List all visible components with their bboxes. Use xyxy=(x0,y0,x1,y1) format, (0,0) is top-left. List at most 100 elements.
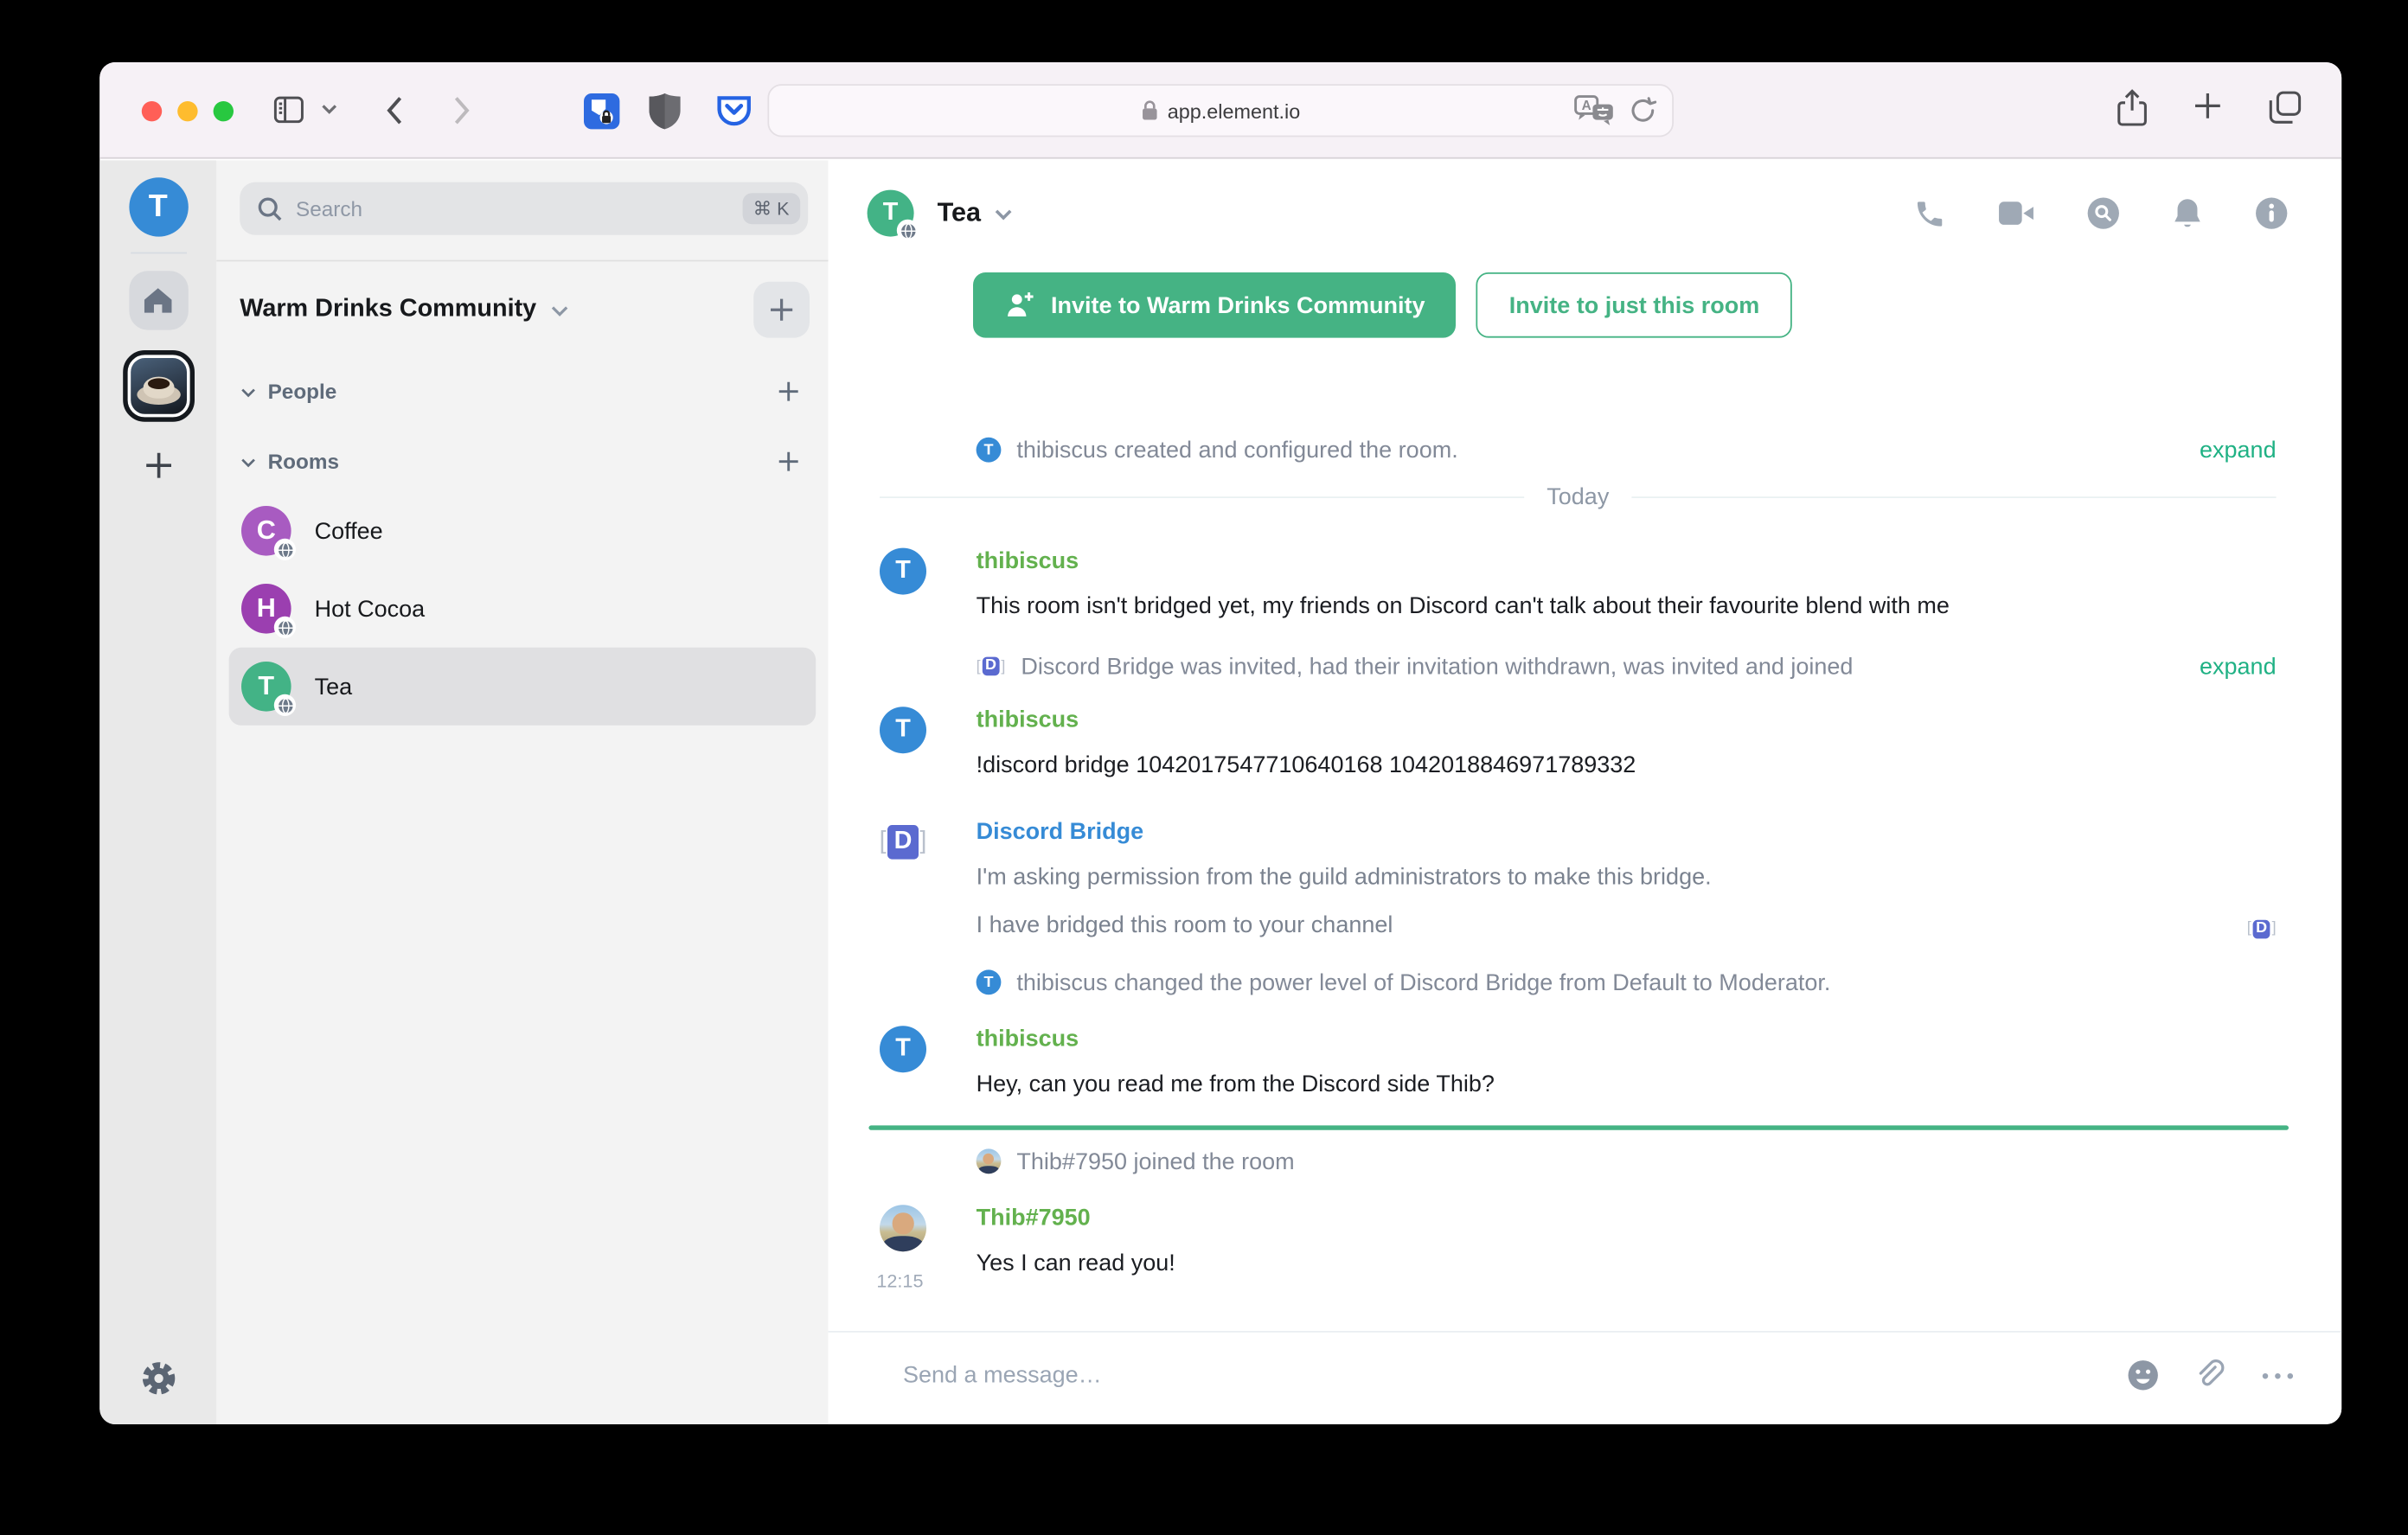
safari-window: app.element.io A T Search ⌘ K Warm Drink… xyxy=(99,62,2342,1424)
community-header[interactable]: Warm Drinks Community xyxy=(240,281,810,338)
chevron-down-icon xyxy=(241,457,255,467)
invite-person-icon xyxy=(1008,292,1034,317)
sender-avatar[interactable] xyxy=(880,1205,926,1252)
message-timeline: Invite to Warm Drinks Community Invite t… xyxy=(829,266,2342,1331)
date-separator: Today xyxy=(880,484,2277,511)
add-button[interactable] xyxy=(753,281,810,338)
public-room-globe-icon xyxy=(273,694,296,716)
notifications-bell-icon[interactable] xyxy=(2172,196,2203,231)
room-item-hot-cocoa[interactable]: H Hot Cocoa xyxy=(229,570,817,648)
discord-bridge-avatar[interactable]: [D] xyxy=(880,819,926,866)
room-avatar: H xyxy=(241,584,296,638)
minimize-window-button[interactable] xyxy=(177,101,198,122)
more-options-icon[interactable] xyxy=(2261,1371,2296,1380)
chevron-down-icon xyxy=(551,305,567,316)
room-item-coffee[interactable]: C Coffee xyxy=(229,492,817,570)
attachment-paperclip-icon[interactable] xyxy=(2195,1359,2225,1391)
community-name: Warm Drinks Community xyxy=(240,296,537,323)
search-icon xyxy=(258,196,282,221)
message-text: Hey, can you read me from the Discord si… xyxy=(976,1071,1495,1097)
message-text: This room isn't bridged yet, my friends … xyxy=(976,592,1950,620)
room-list: C Coffee H Hot Cocoa T Tea xyxy=(216,492,828,726)
user-avatar[interactable]: T xyxy=(128,177,188,237)
search-input[interactable] xyxy=(296,196,742,221)
password-manager-extension-icon[interactable] xyxy=(582,92,621,131)
browser-toolbar: app.element.io A xyxy=(99,62,2342,159)
user-mini-avatar: T xyxy=(976,969,1002,995)
home-space-button[interactable] xyxy=(128,271,188,330)
space-warm-drinks[interactable] xyxy=(122,350,195,422)
emoji-icon[interactable] xyxy=(2127,1359,2160,1391)
chat-panel: T Tea Invite to Warm Drinks Community In… xyxy=(828,160,2342,1424)
sender-avatar[interactable]: T xyxy=(880,547,926,595)
room-title[interactable]: Tea xyxy=(938,198,981,229)
shield-extension-icon[interactable] xyxy=(648,92,682,131)
room-avatar: C xyxy=(241,506,296,560)
message-text: I have bridged this room to your channel… xyxy=(977,911,2277,942)
sender-name[interactable]: thibiscus xyxy=(977,707,2277,733)
room-avatar: T xyxy=(241,662,296,716)
sender-name[interactable]: thibiscus xyxy=(977,548,2277,575)
video-call-icon[interactable] xyxy=(1997,198,2034,229)
close-window-button[interactable] xyxy=(141,101,163,122)
voice-call-icon[interactable] xyxy=(1913,197,1946,230)
room-avatar[interactable]: T xyxy=(867,189,919,241)
rooms-section-header[interactable]: Rooms xyxy=(240,450,800,473)
coffee-photo-avatar xyxy=(130,358,187,414)
forward-button-icon[interactable] xyxy=(442,92,477,129)
sender-name[interactable]: thibiscus xyxy=(977,1026,2277,1052)
message-text: I'm asking permission from the guild adm… xyxy=(976,864,1712,891)
translate-icon[interactable]: A xyxy=(1574,95,1615,126)
svg-text:A: A xyxy=(1582,99,1591,113)
pocket-extension-icon[interactable] xyxy=(714,92,753,131)
new-tab-icon[interactable] xyxy=(2191,89,2225,124)
back-button-icon[interactable] xyxy=(380,92,414,129)
tab-overview-icon[interactable] xyxy=(2267,89,2304,126)
message-thibiscus-1: T thibiscus This room isn't bridged yet,… xyxy=(829,547,2342,623)
expand-link[interactable]: expand xyxy=(2200,437,2277,464)
sender-name[interactable]: Discord Bridge xyxy=(977,819,2277,846)
settings-gear-icon[interactable] xyxy=(138,1359,177,1405)
people-section-header[interactable]: People xyxy=(240,380,800,403)
address-bar[interactable]: app.element.io A xyxy=(767,84,1675,138)
rooms-label: Rooms xyxy=(267,450,339,474)
share-icon[interactable] xyxy=(2116,89,2149,130)
add-room-icon[interactable] xyxy=(777,450,800,473)
message-input[interactable] xyxy=(903,1362,2127,1389)
room-search-icon[interactable] xyxy=(2086,196,2121,231)
search-bar[interactable]: ⌘ K xyxy=(240,182,809,235)
room-header: T Tea xyxy=(829,160,2342,265)
public-room-globe-icon xyxy=(273,616,296,638)
sender-avatar[interactable]: T xyxy=(880,1026,926,1073)
sidebar-toggle-icon[interactable] xyxy=(271,92,306,127)
add-person-icon[interactable] xyxy=(777,380,800,403)
reload-icon[interactable] xyxy=(1630,97,1657,125)
search-shortcut-badge: ⌘ K xyxy=(741,193,801,225)
zoom-window-button[interactable] xyxy=(213,101,234,122)
message-thibiscus-2: T thibiscus !discord bridge 104201754771… xyxy=(829,707,2342,781)
rail-divider xyxy=(130,252,187,254)
message-timestamp: 12:15 xyxy=(876,1270,924,1292)
create-space-button[interactable] xyxy=(139,447,176,492)
room-item-tea[interactable]: T Tea xyxy=(228,647,817,726)
message-text: !discord bridge 1042017547710640168 1042… xyxy=(976,752,1636,778)
unread-marker xyxy=(868,1125,2290,1130)
chevron-down-icon[interactable] xyxy=(993,207,1013,221)
power-level-event: T thibiscus changed the power level of D… xyxy=(829,963,2342,1001)
thib-mini-avatar xyxy=(976,1148,1002,1174)
invite-to-room-button[interactable]: Invite to just this room xyxy=(1476,272,1793,338)
discord-bridge-mini-avatar: [D] xyxy=(976,656,1006,676)
read-receipt-discord-bridge[interactable]: [D] xyxy=(2247,914,2277,945)
url-text: app.element.io xyxy=(1167,99,1301,123)
joined-room-event: Thib#7950 joined the room xyxy=(829,1142,2342,1180)
sidebar-menu-chevron-icon[interactable] xyxy=(321,103,338,115)
sender-name[interactable]: Thib#7950 xyxy=(977,1205,2277,1231)
invite-to-community-button[interactable]: Invite to Warm Drinks Community xyxy=(973,272,1457,338)
message-thib: Thib#7950 Yes I can read you! 12:15 xyxy=(829,1205,2342,1292)
sender-avatar[interactable]: T xyxy=(880,707,926,754)
expand-link[interactable]: expand xyxy=(2200,653,2277,680)
room-info-icon[interactable] xyxy=(2254,196,2289,231)
space-rail: T xyxy=(99,160,217,1424)
message-discord-bridge: [D] Discord Bridge I'm asking permission… xyxy=(829,819,2342,942)
room-created-event: T thibiscus created and configured the r… xyxy=(829,432,2342,469)
